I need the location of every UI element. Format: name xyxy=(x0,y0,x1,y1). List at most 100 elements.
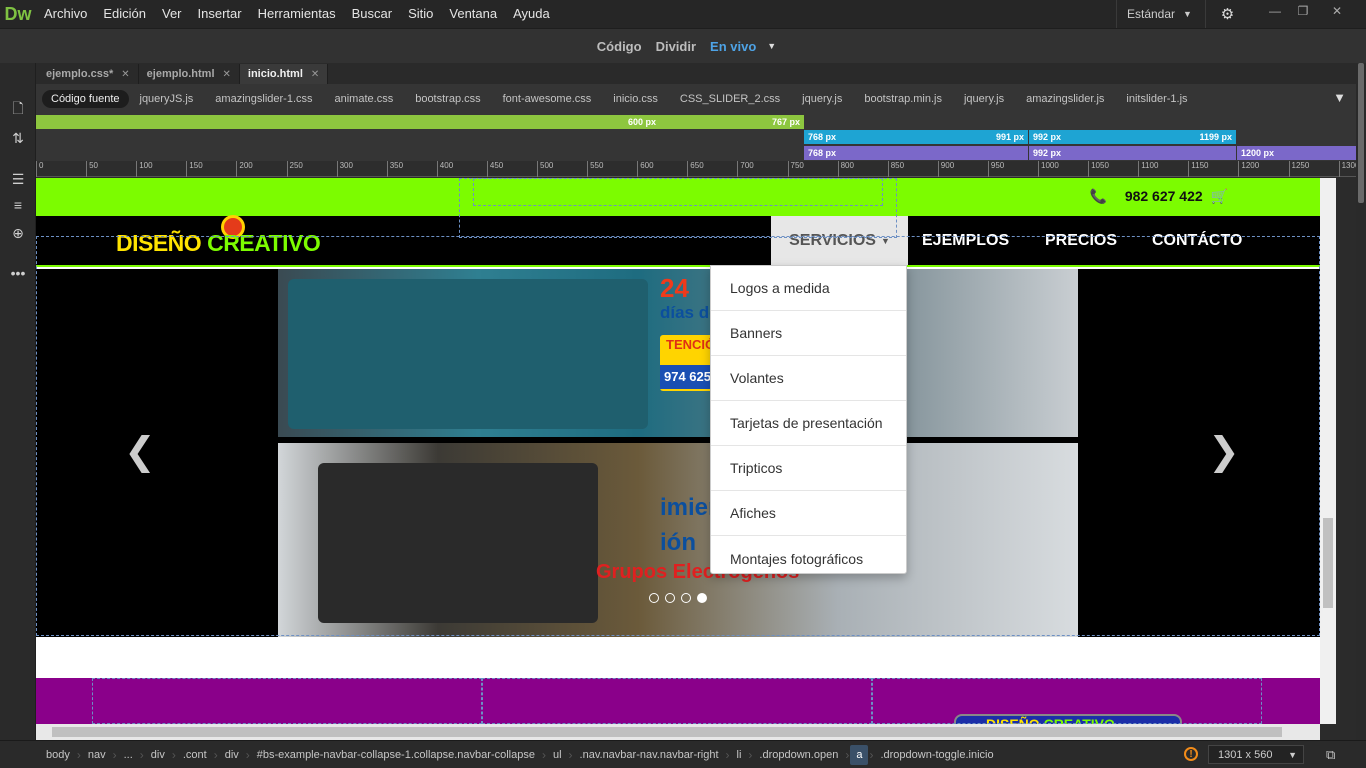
mq-bar-min-768[interactable]: 768 px xyxy=(804,146,1028,160)
dropdown-item[interactable]: Afiches xyxy=(711,491,906,536)
mq-bar-min-1200[interactable]: 1200 px xyxy=(1237,146,1356,160)
breadcrumb-item[interactable]: #bs-example-navbar-collapse-1.collapse.n… xyxy=(251,749,541,761)
close-icon[interactable]: ✕ xyxy=(121,69,129,80)
filter-icon[interactable]: ▼ xyxy=(1333,90,1346,105)
breadcrumb-item[interactable]: ul xyxy=(547,749,568,761)
mq-bar-992-1199[interactable]: 992 px 1199 px xyxy=(1029,130,1236,144)
menu-insertar[interactable]: Insertar xyxy=(190,0,250,28)
related-file[interactable]: font-awesome.css xyxy=(492,93,603,105)
warning-icon[interactable]: ! xyxy=(1184,747,1198,761)
tab-inicio-html[interactable]: inicio.html ✕ xyxy=(239,64,329,84)
nav-precios[interactable]: PRECIOS xyxy=(1045,216,1117,265)
chevron-down-icon: ▼ xyxy=(1183,9,1192,19)
chevron-down-icon[interactable]: ▼ xyxy=(767,41,776,51)
code-view-button[interactable]: Código xyxy=(590,39,649,54)
breadcrumb-item[interactable]: nav xyxy=(82,749,112,761)
related-file[interactable]: CSS_SLIDER_2.css xyxy=(669,93,791,105)
site-logo[interactable]: DISEÑO CREATIVO xyxy=(116,230,321,257)
related-file[interactable]: jqueryJS.js xyxy=(129,93,205,105)
related-file[interactable]: animate.css xyxy=(324,93,405,105)
related-file[interactable]: jquery.js xyxy=(953,93,1015,105)
breadcrumb-item[interactable]: div xyxy=(219,749,245,761)
related-file[interactable]: amazingslider-1.css xyxy=(204,93,323,105)
related-file[interactable]: jquery.js xyxy=(791,93,853,105)
menu-ayuda[interactable]: Ayuda xyxy=(505,0,558,28)
image-slider: 24 horas días del año TENCIÓN 974 625 18… xyxy=(36,269,1320,637)
split-view-button[interactable]: Dividir xyxy=(649,39,703,54)
related-file[interactable]: initslider-1.js xyxy=(1115,93,1198,105)
slider-dot[interactable] xyxy=(681,593,691,603)
related-file[interactable]: bootstrap.css xyxy=(404,93,491,105)
mq-label: 992 px xyxy=(1033,148,1062,158)
mq-bar-768-991[interactable]: 768 px 991 px xyxy=(804,130,1028,144)
breadcrumb-item[interactable]: body xyxy=(40,749,76,761)
breadcrumb-item[interactable]: .dropdown-toggle.inicio xyxy=(874,749,999,761)
restore-icon[interactable]: ❐ xyxy=(1288,0,1318,22)
menu-ventana[interactable]: Ventana xyxy=(441,0,505,28)
tab-ejemplo-css[interactable]: ejemplo.css* ✕ xyxy=(38,64,139,84)
menu-ver[interactable]: Ver xyxy=(154,0,190,28)
related-file-source[interactable]: Código fuente xyxy=(42,89,129,108)
dropdown-item[interactable]: Tarjetas de presentación xyxy=(711,401,906,446)
mq-bar-min-992[interactable]: 992 px xyxy=(1029,146,1236,160)
chevron-right-icon[interactable]: ❯ xyxy=(1208,429,1240,474)
dropdown-item[interactable]: Logos a medida xyxy=(711,266,906,311)
related-file[interactable]: bootstrap.min.js xyxy=(853,93,953,105)
nav-ejemplos[interactable]: EJEMPLOS xyxy=(922,216,1009,265)
more-options-icon[interactable]: ••• xyxy=(8,263,28,283)
dropdown-item[interactable]: Volantes xyxy=(711,356,906,401)
tag-selector-bar: body › nav ›... › div › .cont › div › #bs-example-n… xyxy=(0,740,1366,768)
dropdown-item[interactable]: Banners xyxy=(711,311,906,356)
menu-buscar[interactable]: Buscar xyxy=(344,0,400,28)
mq-bar-max-767[interactable]: 600 px 767 px xyxy=(36,115,804,129)
minimize-icon[interactable]: — xyxy=(1260,0,1290,22)
chevron-left-icon[interactable]: ❮ xyxy=(124,429,156,474)
workspace-switcher[interactable]: Estándar ▼ xyxy=(1116,0,1192,28)
nav-servicios[interactable]: SERVICIOS ▼ xyxy=(771,216,908,265)
outline-icon[interactable]: ≡ xyxy=(8,195,28,215)
live-view-vertical-scrollbar[interactable] xyxy=(1320,178,1336,724)
slider-dot[interactable] xyxy=(665,593,675,603)
breadcrumb-item[interactable]: .nav.navbar-nav.navbar-right xyxy=(574,749,725,761)
window-scrollbar[interactable] xyxy=(1356,63,1366,740)
tab-ejemplo-html[interactable]: ejemplo.html ✕ xyxy=(139,64,240,84)
slider-dot[interactable] xyxy=(649,593,659,603)
breadcrumb-item[interactable]: li xyxy=(731,749,748,761)
close-icon[interactable]: ✕ xyxy=(311,69,319,80)
scrollbar-thumb[interactable] xyxy=(52,727,1282,737)
ruler-tick: 400 xyxy=(436,161,453,177)
target-icon[interactable]: ⊕ xyxy=(8,223,28,243)
gear-icon[interactable]: ⚙ xyxy=(1205,0,1249,28)
viewport-size-value: 1301 x 560 xyxy=(1218,748,1273,761)
live-view-button[interactable]: En vivo xyxy=(703,39,763,54)
menu-bar: Dw Archivo Edición Ver Insertar Herramie… xyxy=(0,0,1366,28)
live-view-canvas[interactable]: 📞 982 627 422 🛒 DISEÑO CREATIVO SERVICIO… xyxy=(36,178,1320,724)
ruler-tick: 250 xyxy=(286,161,303,177)
preview-icon[interactable]: ⧉ xyxy=(1326,747,1344,763)
menu-herramientas[interactable]: Herramientas xyxy=(250,0,344,28)
related-file[interactable]: inicio.css xyxy=(602,93,669,105)
cart-icon[interactable]: 🛒 xyxy=(1211,188,1228,204)
breadcrumb-item[interactable]: a xyxy=(850,744,869,765)
slider-dot-active[interactable] xyxy=(697,593,707,603)
document-settings-icon[interactable]: ☰ xyxy=(8,169,28,189)
breadcrumb-item[interactable]: .dropdown.open xyxy=(753,749,844,761)
dropdown-item[interactable]: Montajes fotográficos xyxy=(711,536,906,581)
scrollbar-thumb[interactable] xyxy=(1358,63,1364,203)
sort-arrows-icon[interactable]: ⇅ xyxy=(8,128,28,148)
viewport-size-select[interactable]: 1301 x 560 ▼ xyxy=(1208,745,1304,764)
nav-contacto[interactable]: CONTÁCTO xyxy=(1152,216,1242,265)
close-icon[interactable]: ✕ xyxy=(1322,0,1352,22)
breadcrumb-item[interactable]: div xyxy=(145,749,171,761)
menu-archivo[interactable]: Archivo xyxy=(36,0,95,28)
breadcrumb-item[interactable]: .cont xyxy=(177,749,213,761)
breadcrumb-item[interactable]: ... xyxy=(118,749,139,761)
menu-edicion[interactable]: Edición xyxy=(95,0,154,28)
dropdown-item[interactable]: Tripticos xyxy=(711,446,906,491)
related-file[interactable]: amazingslider.js xyxy=(1015,93,1115,105)
close-icon[interactable]: ✕ xyxy=(223,69,231,80)
file-icon[interactable]: 🗋 xyxy=(8,100,28,120)
menu-sitio[interactable]: Sitio xyxy=(400,0,441,28)
scrollbar-thumb[interactable] xyxy=(1323,518,1333,608)
live-view-horizontal-scrollbar[interactable] xyxy=(36,724,1320,740)
